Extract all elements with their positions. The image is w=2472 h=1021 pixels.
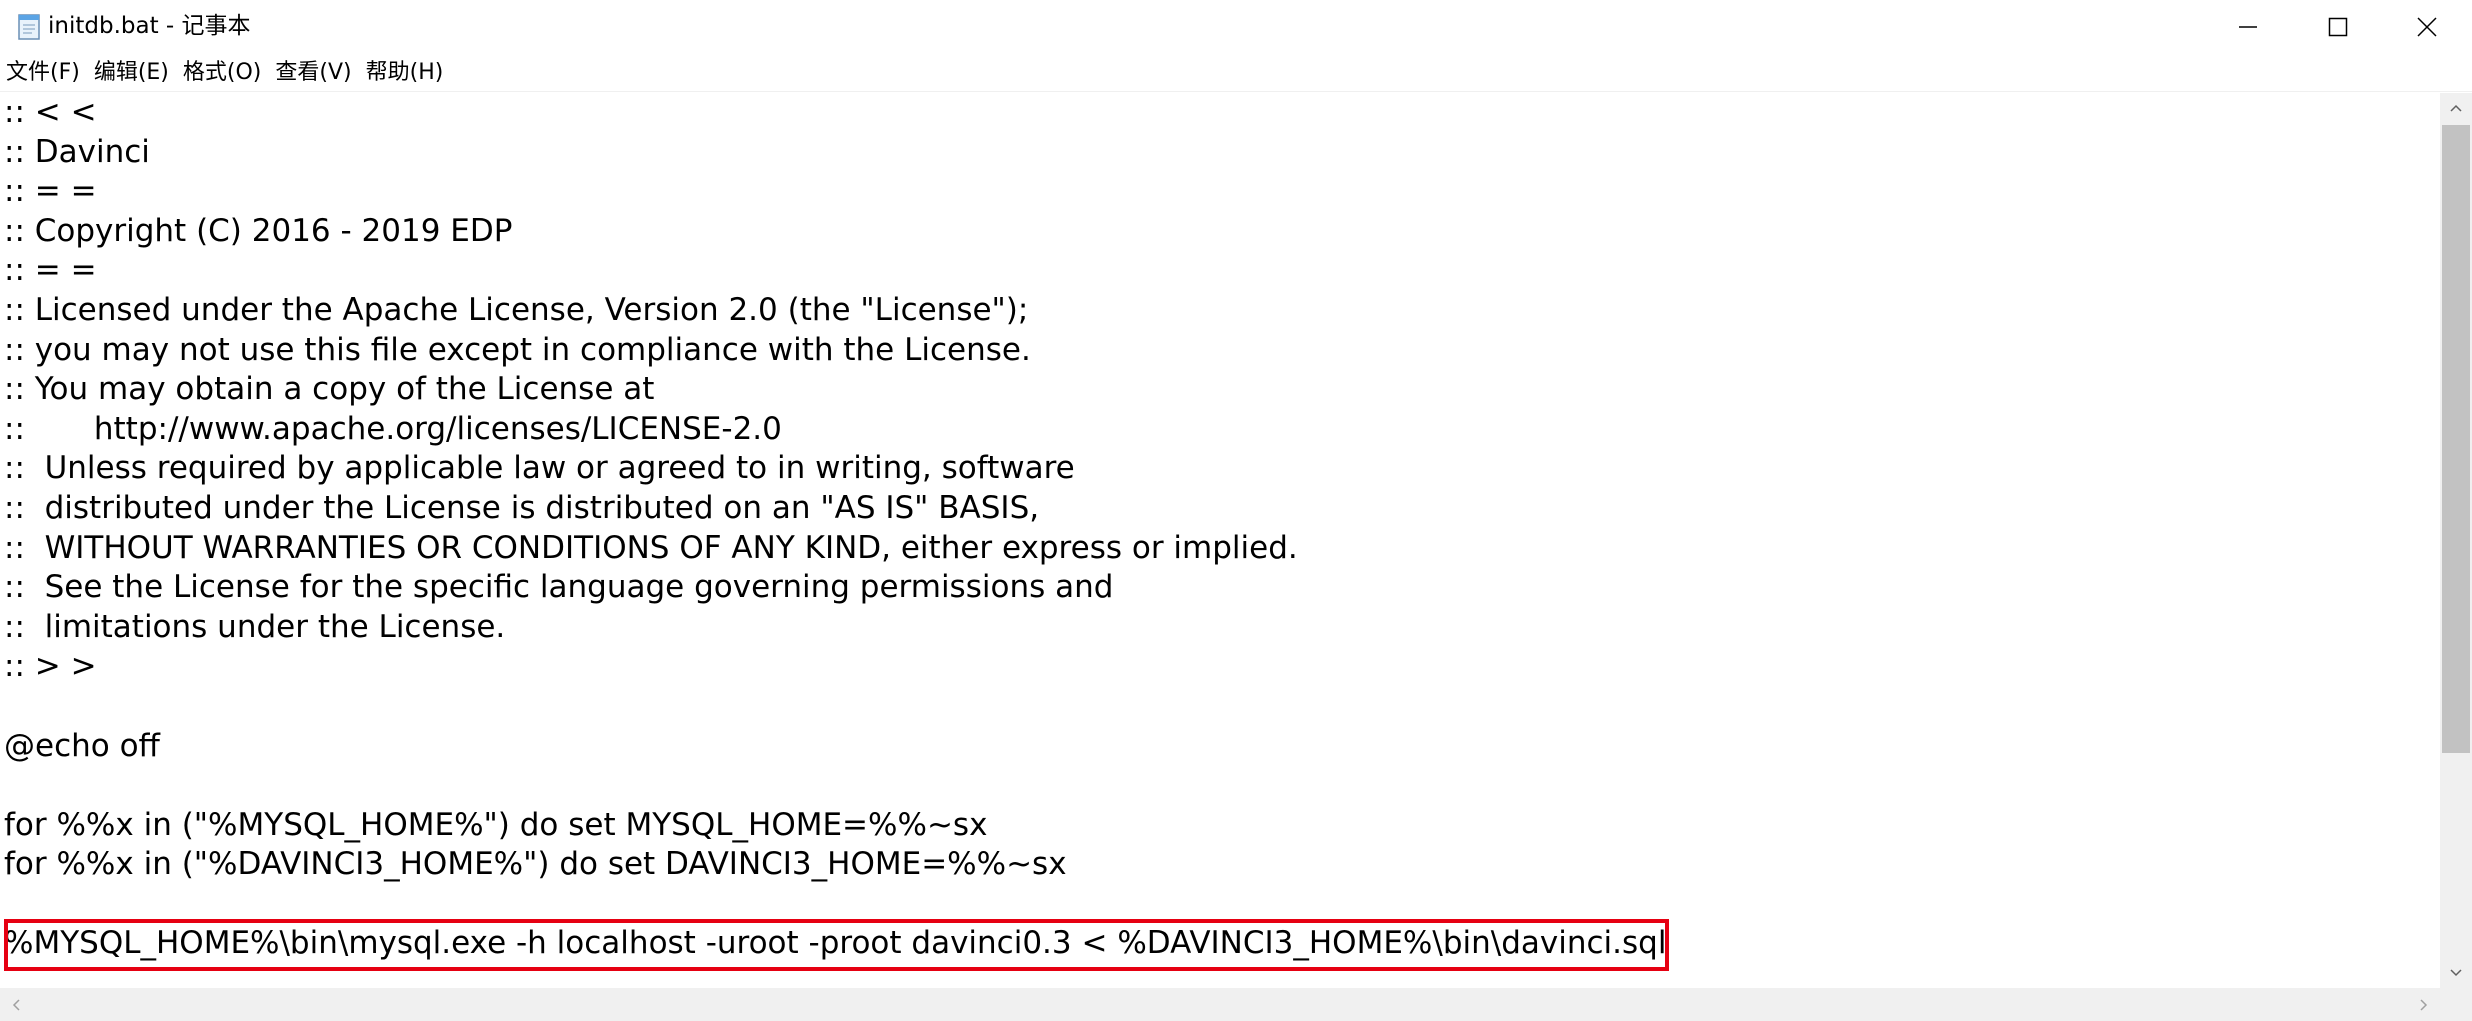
scroll-up-button[interactable] (2440, 93, 2472, 123)
highlight-box (4, 919, 1669, 971)
menu-separator (0, 91, 2472, 92)
editor-line: :: Licensed under the Apache License, Ve… (4, 291, 1029, 328)
menu-view[interactable]: 查看(V) (275, 56, 351, 90)
editor-line: @echo off (4, 727, 160, 764)
maximize-icon (2328, 17, 2348, 37)
menu-edit[interactable]: 编辑(E) (94, 56, 169, 90)
vertical-scroll-thumb[interactable] (2442, 125, 2470, 753)
vertical-scrollbar[interactable] (2440, 93, 2472, 988)
scroll-down-button[interactable] (2440, 958, 2472, 988)
menu-format[interactable]: 格式(O) (183, 56, 261, 90)
chevron-down-icon (2450, 969, 2462, 977)
scroll-left-button[interactable] (0, 988, 32, 1021)
editor-line: :: Copyright (C) 2016 - 2019 EDP (4, 212, 513, 249)
editor-line: :: See the License for the specific lang… (4, 569, 1114, 606)
editor-line: :: distributed under the License is dist… (4, 489, 1040, 526)
notepad-icon (18, 14, 40, 40)
minimize-button[interactable] (2203, 0, 2293, 54)
editor-line: :: = = (4, 252, 97, 289)
horizontal-scrollbar[interactable] (0, 988, 2440, 1021)
minimize-icon (2239, 26, 2257, 28)
chevron-left-icon (12, 998, 20, 1011)
editor-line: :: http://www.apache.org/licenses/LICENS… (4, 410, 782, 447)
editor-line: :: > > (4, 648, 97, 685)
close-icon (2417, 17, 2437, 37)
chevron-up-icon (2450, 104, 2462, 112)
scrollbar-corner (2440, 988, 2472, 1021)
window-title: initdb.bat - 记事本 (48, 13, 251, 39)
close-button[interactable] (2382, 0, 2472, 54)
editor-line: for %%x in ("%DAVINCI3_HOME%") do set DA… (4, 846, 1067, 883)
editor-line: :: Unless required by applicable law or … (4, 450, 1075, 487)
chevron-right-icon (2420, 998, 2428, 1011)
editor-line: :: limitations under the License. (4, 608, 506, 645)
editor-line: :: you may not use this file except in c… (4, 331, 1031, 368)
editor-line: :: Davinci (4, 133, 150, 170)
menu-help[interactable]: 帮助(H) (366, 56, 444, 90)
editor-line: :: < < (4, 94, 97, 130)
menu-bar: 文件(F) 编辑(E) 格式(O) 查看(V) 帮助(H) (0, 54, 2472, 92)
editor-line: :: = = (4, 173, 97, 210)
menu-file[interactable]: 文件(F) (6, 56, 80, 90)
title-bar: initdb.bat - 记事本 (0, 0, 2472, 54)
scroll-right-button[interactable] (2408, 988, 2440, 1021)
editor-line: for %%x in ("%MYSQL_HOME%") do set MYSQL… (4, 806, 988, 843)
maximize-button[interactable] (2293, 0, 2383, 54)
editor-line: :: You may obtain a copy of the License … (4, 371, 655, 408)
editor-line: :: WITHOUT WARRANTIES OR CONDITIONS OF A… (4, 529, 1298, 566)
editor-lines: :: < < :: Davinci :: = = :: Copyright (C… (4, 93, 1666, 964)
text-editor[interactable]: :: < < :: Davinci :: = = :: Copyright (C… (0, 93, 2440, 988)
